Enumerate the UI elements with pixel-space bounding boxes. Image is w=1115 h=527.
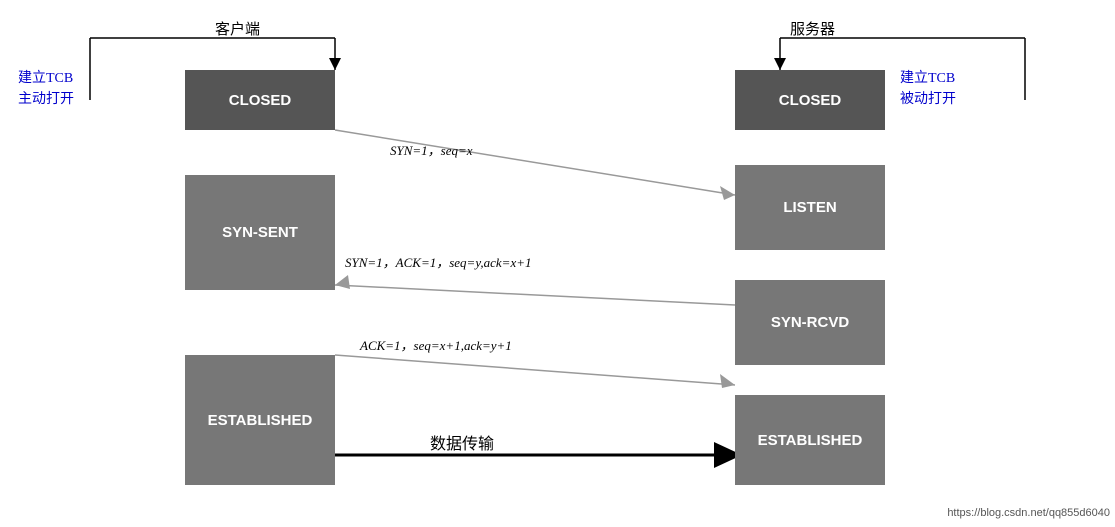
server-side-note: 建立TCB 被动打开 xyxy=(900,68,956,110)
client-closed-state: CLOSED xyxy=(185,70,335,130)
arrow3-label: ACK=1，seq=x+1,ack=y+1 xyxy=(360,335,512,354)
arrow1-label: SYN=1，seq=x xyxy=(390,140,473,159)
watermark: https://blog.csdn.net/qq855d6040 xyxy=(947,507,1110,519)
server-syn-rcvd-state: SYN-RCVD xyxy=(735,280,885,365)
data-transfer-label: 数据传输 xyxy=(430,430,494,454)
client-side-note: 建立TCB 主动打开 xyxy=(18,68,74,110)
client-established-state: ESTABLISHED xyxy=(185,355,335,485)
server-header-label: 服务器 xyxy=(790,18,835,39)
client-header-label: 客户端 xyxy=(215,18,260,39)
server-listen-state: LISTEN xyxy=(735,165,885,250)
server-closed-state: CLOSED xyxy=(735,70,885,130)
client-syn-sent-state: SYN-SENT xyxy=(185,175,335,290)
diagram-area: 客户端 服务器 建立TCB 主动打开 建立TCB 被动打开 CLOSED SYN… xyxy=(0,0,1115,527)
server-established-state: ESTABLISHED xyxy=(735,395,885,485)
arrow2-label: SYN=1，ACK=1，seq=y,ack=x+1 xyxy=(345,252,532,271)
